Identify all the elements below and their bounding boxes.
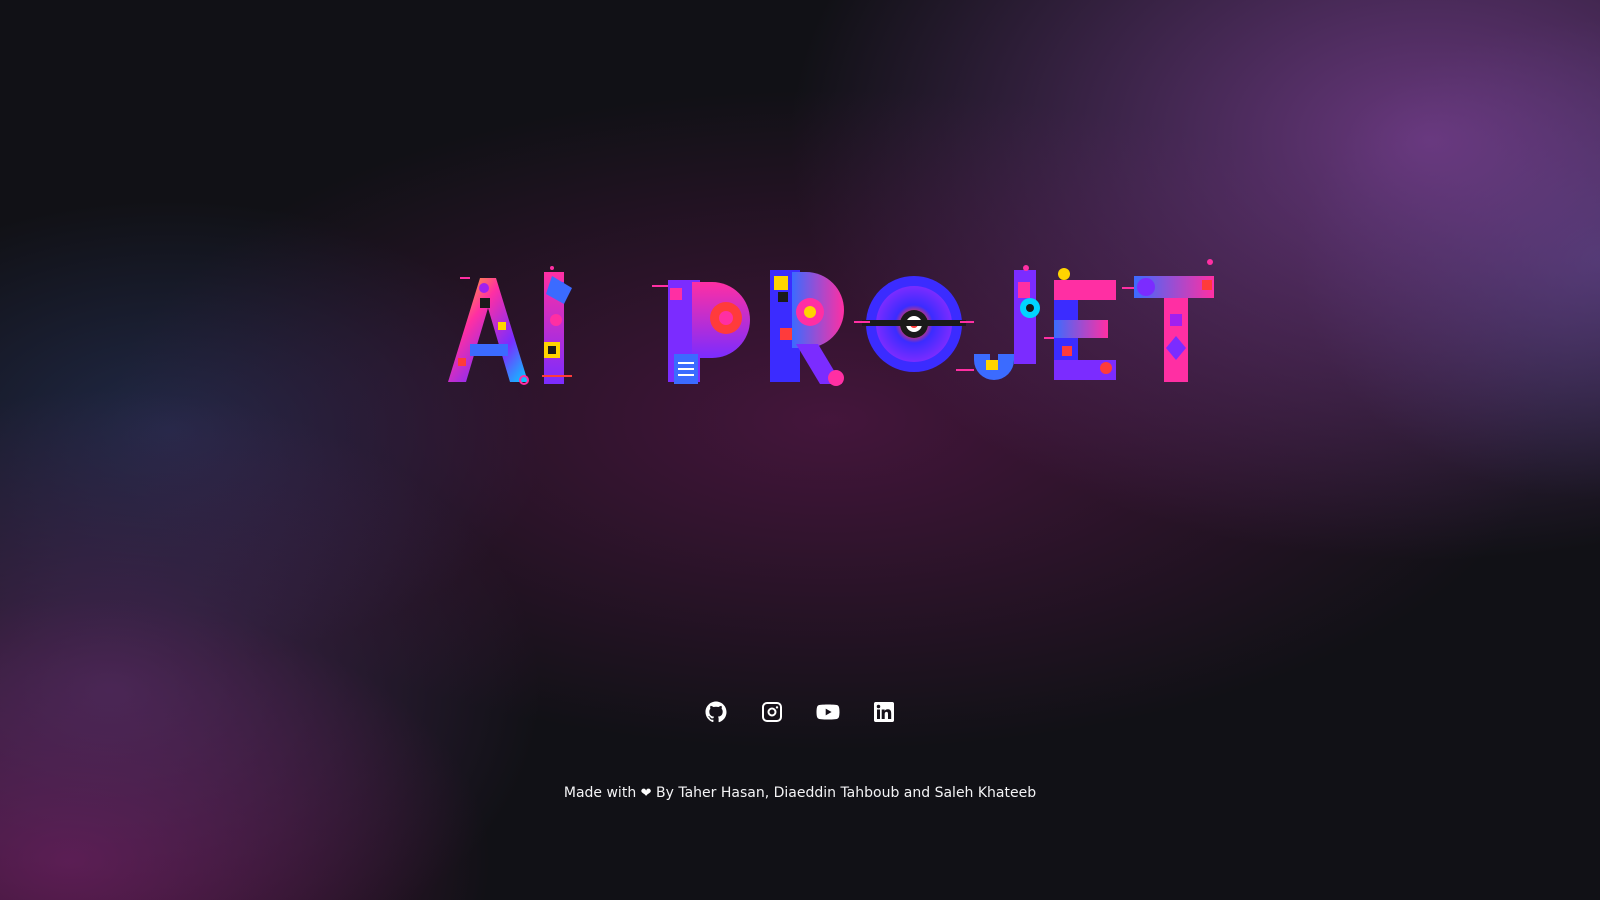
hero-logo: [440, 258, 1240, 398]
footer-credits: Made with ❤ By Taher Hasan, Diaeddin Tah…: [0, 785, 1600, 801]
letter-r: [770, 270, 844, 386]
credits-text: By Taher Hasan, Diaeddin Tahboub and Sal…: [656, 785, 1037, 801]
instagram-link[interactable]: [760, 700, 784, 724]
github-link[interactable]: [704, 700, 728, 724]
linkedin-link[interactable]: [872, 700, 896, 724]
letter-o: [854, 276, 974, 372]
letter-t: [1122, 259, 1214, 382]
instagram-icon: [762, 702, 782, 722]
youtube-link[interactable]: [816, 700, 840, 724]
letter-p: [652, 280, 750, 384]
letter-i: [542, 266, 572, 384]
youtube-icon: [816, 704, 840, 720]
heart-icon: ❤: [640, 786, 652, 801]
github-icon: [705, 701, 727, 723]
hero-logo-art: [448, 259, 1214, 386]
linkedin-icon: [874, 702, 894, 722]
letter-e: [1044, 268, 1116, 380]
made-with-label: Made with: [563, 785, 637, 801]
social-links: [0, 700, 1600, 728]
letter-a: [448, 277, 529, 385]
